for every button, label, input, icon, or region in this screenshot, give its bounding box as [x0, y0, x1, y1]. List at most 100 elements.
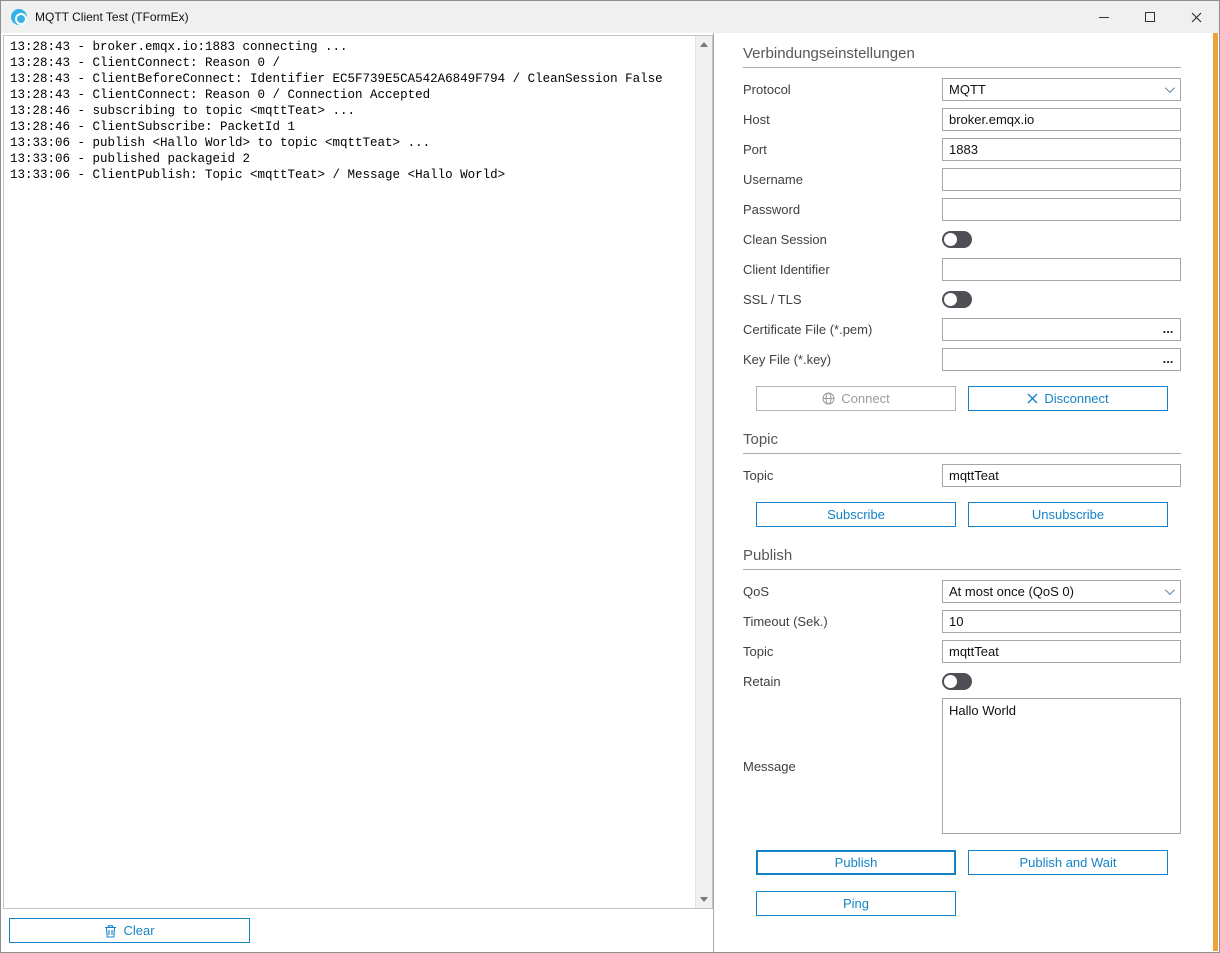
connection-section-heading: Verbindungseinstellungen [743, 45, 1181, 62]
host-row: Host [743, 104, 1181, 134]
topic-buttons: Subscribe Unsubscribe [756, 502, 1181, 527]
close-button[interactable] [1173, 1, 1219, 33]
clear-button-label: Clear [123, 923, 154, 938]
minimize-icon [1099, 17, 1109, 18]
maximize-icon [1145, 12, 1155, 22]
host-label: Host [743, 112, 942, 127]
message-label: Message [743, 759, 942, 774]
log-line: 13:28:43 - broker.emqx.io:1883 connectin… [10, 39, 691, 55]
chevron-down-icon [1165, 83, 1175, 93]
disconnect-x-icon [1027, 393, 1038, 404]
log-line: 13:28:46 - subscribing to topic <mqttTea… [10, 103, 691, 119]
key-file-input[interactable] [942, 348, 1181, 371]
log-line: 13:33:06 - publish <Hallo World> to topi… [10, 135, 691, 151]
publish-section-heading: Publish [743, 547, 1181, 564]
topic-section-rule [743, 453, 1181, 454]
qos-row: QoS At most once (QoS 0) [743, 576, 1181, 606]
publish-and-wait-button-label: Publish and Wait [1019, 855, 1116, 870]
log-toolbar: Clear [3, 909, 713, 952]
message-row: Message Hallo World [743, 698, 1181, 834]
ping-button-row: Ping [756, 891, 1181, 916]
window-title: MQTT Client Test (TFormEx) [35, 10, 189, 24]
protocol-label: Protocol [743, 82, 942, 97]
unsubscribe-button[interactable]: Unsubscribe [968, 502, 1168, 527]
main-content: 13:28:43 - broker.emqx.io:1883 connectin… [1, 33, 1219, 952]
key-browse-button[interactable]: ... [1157, 350, 1179, 369]
log-memo[interactable]: 13:28:43 - broker.emqx.io:1883 connectin… [3, 35, 713, 909]
username-input[interactable] [942, 168, 1181, 191]
certificate-file-input[interactable] [942, 318, 1181, 341]
log-line: 13:28:46 - ClientSubscribe: PacketId 1 [10, 119, 691, 135]
qos-value: At most once (QoS 0) [949, 584, 1074, 599]
chevron-down-icon [1165, 585, 1175, 595]
clean-session-row: Clean Session [743, 224, 1181, 254]
topic-label: Topic [743, 468, 942, 483]
certificate-file-label: Certificate File (*.pem) [743, 322, 942, 337]
connect-button[interactable]: Connect [756, 386, 956, 411]
log-line: 13:33:06 - published packageid 2 [10, 151, 691, 167]
message-textarea[interactable]: Hallo World [942, 698, 1181, 834]
protocol-select[interactable]: MQTT [942, 78, 1181, 101]
timeout-input[interactable] [942, 610, 1181, 633]
ssl-tls-toggle[interactable] [942, 291, 972, 308]
ssl-tls-label: SSL / TLS [743, 292, 942, 307]
password-row: Password [743, 194, 1181, 224]
ssl-tls-row: SSL / TLS [743, 284, 1181, 314]
retain-label: Retain [743, 674, 942, 689]
title-bar: MQTT Client Test (TFormEx) [1, 1, 1219, 33]
clean-session-label: Clean Session [743, 232, 942, 247]
publish-and-wait-button[interactable]: Publish and Wait [968, 850, 1168, 875]
disconnect-button[interactable]: Disconnect [968, 386, 1168, 411]
protocol-row: Protocol MQTT [743, 74, 1181, 104]
publish-button-label: Publish [835, 855, 878, 870]
clean-session-toggle[interactable] [942, 231, 972, 248]
qos-select[interactable]: At most once (QoS 0) [942, 580, 1181, 603]
globe-icon [822, 392, 835, 405]
client-identifier-input[interactable] [942, 258, 1181, 281]
scroll-up-icon [700, 42, 708, 47]
publish-topic-label: Topic [743, 644, 942, 659]
disconnect-button-label: Disconnect [1044, 391, 1108, 406]
client-identifier-label: Client Identifier [743, 262, 942, 277]
key-file-label: Key File (*.key) [743, 352, 942, 367]
port-input[interactable] [942, 138, 1181, 161]
username-row: Username [743, 164, 1181, 194]
connection-section-rule [743, 67, 1181, 68]
log-line: 13:33:06 - ClientPublish: Topic <mqttTea… [10, 167, 691, 183]
log-line: 13:28:43 - ClientConnect: Reason 0 / [10, 55, 691, 71]
retain-toggle[interactable] [942, 673, 972, 690]
publish-button[interactable]: Publish [756, 850, 956, 875]
password-input[interactable] [942, 198, 1181, 221]
log-scrollbar[interactable] [695, 36, 712, 908]
topic-row: Topic [743, 460, 1181, 490]
log-text: 13:28:43 - broker.emqx.io:1883 connectin… [4, 36, 695, 908]
topic-input[interactable] [942, 464, 1181, 487]
certificate-browse-button[interactable]: ... [1157, 320, 1179, 339]
unsubscribe-button-label: Unsubscribe [1032, 507, 1104, 522]
log-line: 13:28:43 - ClientConnect: Reason 0 / Con… [10, 87, 691, 103]
certificate-file-row: Certificate File (*.pem) ... [743, 314, 1181, 344]
ping-button-label: Ping [843, 896, 869, 911]
scroll-up-button[interactable] [696, 36, 713, 53]
app-window: MQTT Client Test (TFormEx) 13:28:43 - br… [0, 0, 1220, 953]
close-icon [1191, 12, 1202, 23]
maximize-button[interactable] [1127, 1, 1173, 33]
clear-button[interactable]: Clear [9, 918, 250, 943]
connection-buttons: Connect Disconnect [756, 386, 1181, 411]
ping-button[interactable]: Ping [756, 891, 956, 916]
port-label: Port [743, 142, 942, 157]
minimize-button[interactable] [1081, 1, 1127, 33]
host-input[interactable] [942, 108, 1181, 131]
retain-row: Retain [743, 666, 1181, 696]
subscribe-button-label: Subscribe [827, 507, 885, 522]
subscribe-button[interactable]: Subscribe [756, 502, 956, 527]
username-label: Username [743, 172, 942, 187]
client-identifier-row: Client Identifier [743, 254, 1181, 284]
window-controls [1081, 1, 1219, 33]
publish-topic-input[interactable] [942, 640, 1181, 663]
toggle-knob [944, 233, 957, 246]
publish-buttons: Publish Publish and Wait [756, 850, 1181, 875]
port-row: Port [743, 134, 1181, 164]
topic-section-heading: Topic [743, 431, 1181, 448]
scroll-down-button[interactable] [696, 891, 713, 908]
